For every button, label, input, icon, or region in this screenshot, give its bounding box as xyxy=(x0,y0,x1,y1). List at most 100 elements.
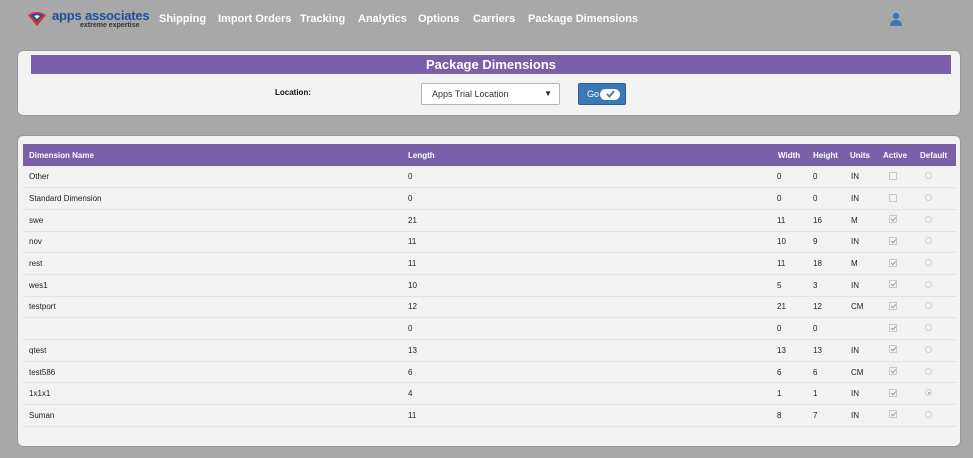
default-radio[interactable] xyxy=(925,259,932,267)
cell-width: 0 xyxy=(777,324,782,334)
cell-name: qtest xyxy=(29,345,47,355)
cell-width: 10 xyxy=(777,237,786,247)
cell-active xyxy=(877,209,914,231)
col-header-units[interactable]: Units xyxy=(844,144,877,166)
cell-units: IN xyxy=(851,194,859,204)
cell-height: 9 xyxy=(813,237,818,247)
cell-name xyxy=(23,318,402,340)
table-row[interactable]: 1x1x1 4 1 1 IN xyxy=(23,383,956,405)
cell-width: 21 xyxy=(777,302,786,312)
active-checkbox[interactable] xyxy=(889,280,897,289)
table-row[interactable]: Suman 11 8 7 IN xyxy=(23,405,956,427)
cell-units: CM xyxy=(851,302,864,312)
location-label: Location: xyxy=(275,88,311,97)
table-row[interactable]: testport 12 21 12 CM xyxy=(23,296,956,318)
user-icon[interactable] xyxy=(889,12,903,26)
active-checkbox[interactable] xyxy=(889,258,897,267)
default-radio[interactable] xyxy=(925,302,932,310)
dimensions-panel: Dimension Name Length Width Height Units… xyxy=(17,135,961,447)
cell-units: IN xyxy=(851,280,859,290)
col-header-name[interactable]: Dimension Name xyxy=(23,144,402,166)
active-checkbox[interactable] xyxy=(889,367,897,376)
col-header-length[interactable]: Length xyxy=(402,144,771,166)
table-row[interactable]: rest 11 11 18 M xyxy=(23,253,956,275)
cell-name: Other xyxy=(29,172,50,182)
active-checkbox[interactable] xyxy=(889,215,897,224)
cell-length: 4 xyxy=(408,389,413,399)
cell-units: IN xyxy=(851,237,859,247)
cell-name: testport xyxy=(29,302,56,312)
default-radio[interactable] xyxy=(925,345,932,353)
cell-active xyxy=(877,188,914,210)
nav-analytics[interactable]: Analytics xyxy=(358,13,407,25)
col-header-default[interactable]: Default xyxy=(914,144,956,166)
active-checkbox[interactable] xyxy=(889,410,897,419)
cell-width: 0 xyxy=(777,172,782,182)
cell-name: test586 xyxy=(29,367,56,377)
cell-active xyxy=(877,340,914,362)
default-radio[interactable] xyxy=(925,172,932,180)
active-checkbox[interactable] xyxy=(889,388,897,397)
logo-icon xyxy=(28,12,46,26)
cell-length: 10 xyxy=(408,280,417,290)
default-radio[interactable] xyxy=(925,280,932,288)
table-row[interactable]: 0 0 0 xyxy=(23,318,956,340)
brand-name: apps associates xyxy=(52,8,150,23)
cell-name: 1x1x1 xyxy=(29,389,51,399)
table-row[interactable]: wes1 10 5 3 IN xyxy=(23,274,956,297)
cell-height: 1 xyxy=(813,389,818,399)
col-header-height[interactable]: Height xyxy=(807,144,844,166)
cell-width: 0 xyxy=(777,194,782,204)
cell-units: IN xyxy=(851,389,859,399)
dimensions-table: Dimension Name Length Width Height Units… xyxy=(23,144,956,427)
table-row[interactable]: nov 11 10 9 IN xyxy=(23,231,956,253)
col-header-width[interactable]: Width xyxy=(771,144,807,166)
col-header-active[interactable]: Active xyxy=(877,144,914,166)
active-checkbox[interactable] xyxy=(889,193,897,202)
active-checkbox[interactable] xyxy=(889,323,897,332)
cell-length: 6 xyxy=(408,367,413,377)
active-checkbox[interactable] xyxy=(889,171,897,180)
default-radio[interactable] xyxy=(925,215,932,223)
cell-units: M xyxy=(851,215,858,225)
cell-default xyxy=(914,274,956,296)
nav-package-dimensions[interactable]: Package Dimensions xyxy=(528,13,638,25)
default-radio[interactable] xyxy=(925,324,932,332)
location-select-value: Apps Trial Location xyxy=(432,89,509,99)
cell-units: IN xyxy=(851,172,859,182)
location-panel: Package Dimensions Location: Apps Trial … xyxy=(17,50,961,116)
cell-default xyxy=(914,296,956,318)
cell-default xyxy=(914,340,956,362)
cell-length: 11 xyxy=(408,410,417,420)
nav-import-orders[interactable]: Import Orders xyxy=(218,13,291,25)
table-row[interactable]: Standard Dimension 0 0 0 IN xyxy=(23,188,956,210)
cell-length: 0 xyxy=(408,172,413,182)
location-select[interactable]: Apps Trial Location ▼ xyxy=(421,83,560,105)
default-radio[interactable] xyxy=(925,194,932,202)
default-radio[interactable] xyxy=(925,410,932,418)
default-radio[interactable] xyxy=(925,389,932,397)
table-row[interactable]: Other 0 0 0 IN xyxy=(23,166,956,188)
table-row[interactable]: test586 6 6 6 CM xyxy=(23,361,956,383)
cell-default xyxy=(914,188,956,210)
nav-carriers[interactable]: Carriers xyxy=(473,13,515,25)
table-row[interactable]: qtest 13 13 13 IN xyxy=(23,340,956,362)
cell-width: 8 xyxy=(777,410,782,420)
default-radio[interactable] xyxy=(925,367,932,375)
nav-shipping[interactable]: Shipping xyxy=(159,13,206,25)
go-button[interactable]: Go xyxy=(578,83,626,105)
cell-active xyxy=(877,166,914,188)
active-checkbox[interactable] xyxy=(889,301,897,310)
active-checkbox[interactable] xyxy=(889,236,897,245)
cell-active xyxy=(877,296,914,318)
cell-units: CM xyxy=(851,367,864,377)
cell-default xyxy=(914,405,956,427)
brand-logo[interactable]: apps associates extreme expertise xyxy=(26,8,150,32)
default-radio[interactable] xyxy=(925,237,932,245)
table-row[interactable]: swe 21 11 16 M xyxy=(23,209,956,232)
cell-width: 11 xyxy=(777,259,786,269)
nav-options[interactable]: Options xyxy=(418,13,460,25)
cell-height: 18 xyxy=(813,259,822,269)
active-checkbox[interactable] xyxy=(889,345,897,354)
nav-tracking[interactable]: Tracking xyxy=(300,13,345,25)
